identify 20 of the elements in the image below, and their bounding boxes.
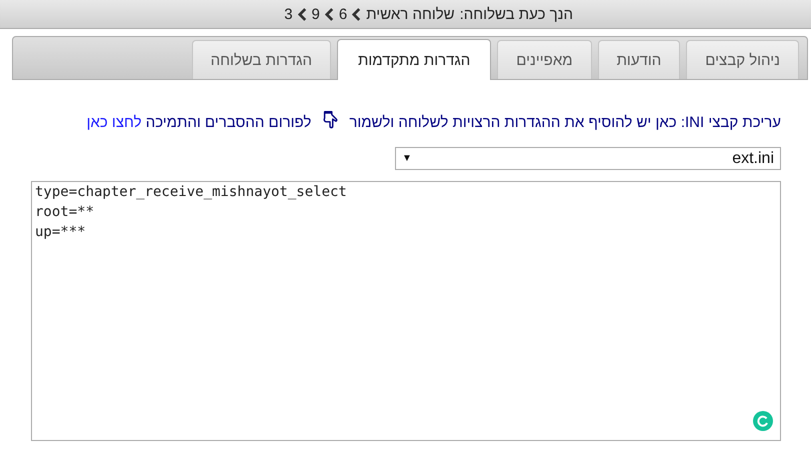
pointing-hand-icon xyxy=(321,110,340,130)
chevron-icon xyxy=(352,8,362,20)
breadcrumb-item[interactable]: 3 xyxy=(284,6,293,22)
tab[interactable]: הגדרות בשלוחה xyxy=(192,40,332,79)
chevron-icon xyxy=(324,8,334,20)
breadcrumb-item[interactable]: 9 xyxy=(312,6,320,22)
forum-text: לפורום ההסברים והתמיכה xyxy=(146,114,312,131)
chevron-icon xyxy=(298,8,307,20)
tab[interactable]: מאפיינים xyxy=(497,40,592,79)
tab[interactable]: הודעות xyxy=(598,40,680,79)
breadcrumb-item[interactable]: שלוחה ראשית xyxy=(366,6,455,22)
instruction-text: עריכת קבצי INI: כאן יש להוסיף את ההגדרות הרצויות לשלוחה ולשמור xyxy=(349,114,781,131)
forum-link[interactable]: לחצו כאן xyxy=(86,114,142,131)
code-editor[interactable]: type=chapter_receive_mishnayot_select root=** up=*** xyxy=(31,181,781,441)
breadcrumb-label: הנך כעת בשלוחה: xyxy=(460,6,573,22)
file-select[interactable]: ext.ini ▼ xyxy=(395,147,781,170)
tab[interactable]: ניהול קבצים xyxy=(686,40,799,79)
grammar-assistant-icon[interactable] xyxy=(753,411,773,431)
breadcrumb-item[interactable]: 6 xyxy=(338,6,348,22)
tab[interactable]: הגדרות מתקדמות xyxy=(337,39,492,80)
